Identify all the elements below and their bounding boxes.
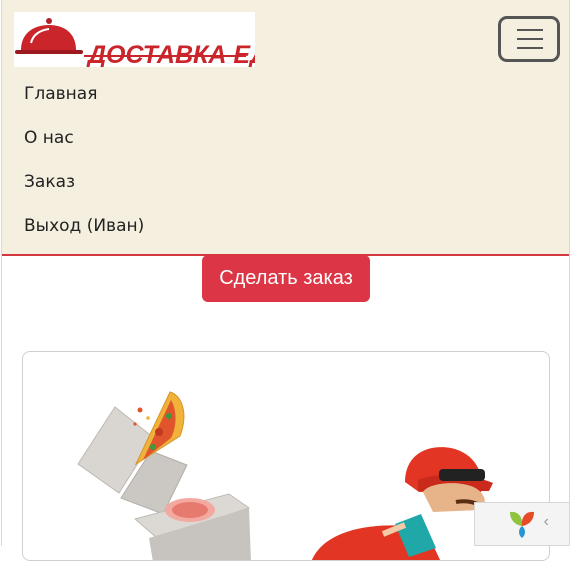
nav-item-about[interactable]: О нас	[24, 128, 74, 148]
collapse-chevron-icon[interactable]: ‹	[544, 513, 549, 531]
hamburger-icon-bar	[517, 38, 543, 40]
yii-logo-icon	[510, 511, 534, 538]
navbar-toggle-button[interactable]	[498, 16, 560, 62]
make-order-button[interactable]: Сделать заказ	[202, 255, 370, 302]
food-delivery-logo-icon: ДОСТАВКА ЕДЫ	[15, 18, 294, 69]
nav-item-home[interactable]: Главная	[24, 84, 97, 104]
hamburger-icon-bar	[517, 47, 543, 49]
brand-logo[interactable]: ДОСТАВКА ЕДЫ	[14, 12, 294, 69]
nav-item-order[interactable]: Заказ	[24, 172, 75, 192]
nav-item-logout[interactable]: Выход (Иван)	[24, 216, 144, 236]
hero-image-card	[22, 351, 550, 561]
navbar: ДОСТАВКА ЕДЫ Главная О нас Заказ Выход (…	[2, 0, 570, 256]
delivery-courier-pizza-illustration	[77, 391, 493, 560]
debug-toolbar-widget[interactable]: ‹	[474, 502, 570, 546]
svg-text:ДОСТАВКА ЕДЫ: ДОСТАВКА ЕДЫ	[86, 41, 255, 67]
hamburger-icon	[517, 29, 543, 31]
